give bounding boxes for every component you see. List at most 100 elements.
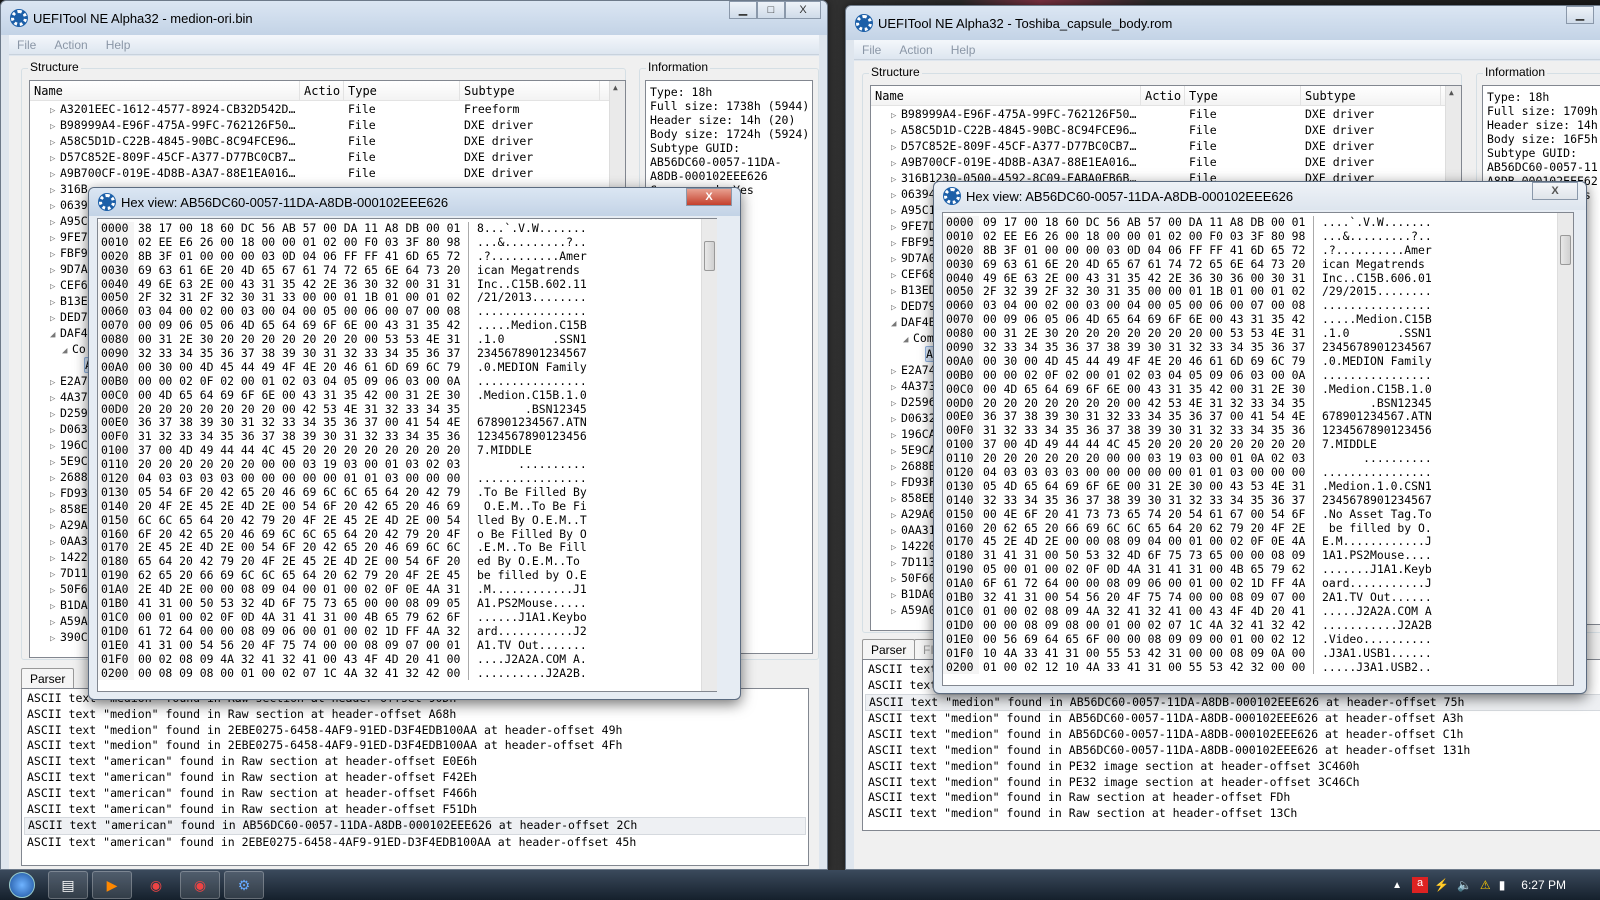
expand-arrow-icon[interactable]: ▷ bbox=[891, 444, 901, 458]
hex-bytes[interactable]: 2E 45 2E 4D 2E 00 54 6F 20 42 65 20 46 6… bbox=[134, 541, 468, 555]
hex-ascii[interactable]: .BSN12345 bbox=[468, 402, 587, 417]
windows-start-icon[interactable] bbox=[0, 870, 44, 900]
tree-row[interactable]: ▷ A9B700CF-019E-4D8B-A3A7-88E1EA016… File D… bbox=[30, 165, 625, 181]
hex-bytes[interactable]: 00 00 02 0F 02 00 01 02 03 04 05 09 06 0… bbox=[979, 368, 1313, 383]
hex-ascii[interactable]: .1.0 .SSN1 bbox=[1313, 326, 1432, 342]
log-line[interactable]: ASCII text "medion" found in Raw section… bbox=[868, 806, 1600, 822]
hex-bytes[interactable]: 41 31 00 50 53 32 4D 6F 75 73 65 00 00 0… bbox=[134, 596, 468, 611]
expand-arrow-icon[interactable]: ▷ bbox=[50, 599, 60, 613]
hex-ascii[interactable]: be filled by O.E bbox=[468, 568, 587, 584]
expand-arrow-icon[interactable]: ▷ bbox=[891, 428, 901, 442]
hex-ascii[interactable]: .....J2A2A.COM A bbox=[1313, 604, 1432, 619]
hex-bytes[interactable]: 41 31 00 54 56 20 4F 75 74 00 00 08 09 0… bbox=[134, 638, 468, 653]
hex-ascii[interactable]: .?..........Amer bbox=[1313, 243, 1432, 258]
hex-bytes[interactable]: 37 00 4D 49 44 44 4C 45 20 20 20 20 20 2… bbox=[134, 443, 468, 458]
left-title-bar[interactable]: UEFITool NE Alpha32 - medion-ori.bin ▁ □… bbox=[1, 1, 827, 35]
maximize-button[interactable]: □ bbox=[757, 1, 785, 19]
hex-bytes[interactable]: 6C 6C 65 64 20 42 79 20 4F 2E 45 2E 4D 2… bbox=[134, 513, 468, 528]
hex-bytes[interactable]: 20 20 20 20 20 20 20 00 42 53 4E 31 32 3… bbox=[134, 402, 468, 417]
expand-arrow-icon[interactable]: ▷ bbox=[50, 455, 60, 469]
hex-bytes[interactable]: 20 20 20 20 20 20 00 00 03 19 03 00 01 0… bbox=[134, 457, 468, 472]
hex-ascii[interactable]: .Medion.C15B.1.0 bbox=[1313, 382, 1432, 397]
hex-ascii[interactable]: ard...........J2 bbox=[468, 624, 587, 639]
hex-ascii[interactable]: ed By O.E.M..To bbox=[468, 554, 587, 570]
hex-bytes[interactable]: 45 2E 4D 2E 00 00 08 09 04 00 01 00 02 0… bbox=[979, 535, 1313, 549]
hex-bytes[interactable]: 31 32 33 34 35 36 37 38 39 30 31 32 33 3… bbox=[979, 423, 1313, 438]
hex-ascii[interactable]: oard...........J bbox=[1313, 576, 1432, 592]
hex-ascii[interactable]: ...........J2A2B bbox=[1313, 618, 1432, 633]
hex-bytes[interactable]: 36 37 38 39 30 31 32 33 34 35 36 37 00 4… bbox=[134, 416, 468, 430]
column-header-name[interactable]: Name bbox=[871, 86, 1141, 105]
hex-ascii[interactable]: 1234567890123456 bbox=[468, 429, 587, 445]
hex-bytes[interactable]: 00 00 08 09 08 00 01 00 02 07 1C 4A 32 4… bbox=[979, 618, 1313, 633]
expand-arrow-icon[interactable]: ▷ bbox=[50, 103, 60, 117]
close-button[interactable]: X bbox=[785, 1, 821, 19]
scrollbar-thumb[interactable] bbox=[1560, 235, 1571, 265]
hex-bytes[interactable]: 00 31 2E 30 20 20 20 20 20 20 20 00 53 5… bbox=[979, 326, 1313, 341]
expand-arrow-icon[interactable]: ▷ bbox=[891, 396, 901, 410]
expand-arrow-icon[interactable]: ▷ bbox=[50, 439, 60, 453]
expand-arrow-icon[interactable]: ▷ bbox=[50, 151, 60, 165]
expand-arrow-icon[interactable]: ▷ bbox=[50, 391, 60, 405]
hex-ascii[interactable]: 678901234567.ATN bbox=[468, 416, 587, 431]
hex-ascii[interactable]: .......... bbox=[1313, 451, 1432, 467]
expand-arrow-icon[interactable]: ▷ bbox=[50, 519, 60, 533]
expand-arrow-icon[interactable]: ▷ bbox=[891, 140, 901, 154]
scroll-up-arrow-icon[interactable]: ▲ bbox=[613, 83, 618, 92]
tree-row[interactable]: ▷ D57C852E-809F-45CF-A377-D77BC0CB7… File D… bbox=[871, 138, 1461, 154]
expand-arrow-icon[interactable]: ▷ bbox=[891, 508, 901, 522]
hex-ascii[interactable]: .J3A1.USB1...... bbox=[1313, 646, 1432, 661]
expand-arrow-icon[interactable]: ▷ bbox=[50, 167, 60, 181]
expand-arrow-icon[interactable]: ▷ bbox=[891, 236, 901, 250]
hex-bytes[interactable]: 03 04 00 02 00 03 00 04 00 05 00 06 00 0… bbox=[979, 298, 1313, 313]
hex-bytes[interactable]: 20 20 20 20 20 20 20 00 42 53 4E 31 32 3… bbox=[979, 396, 1313, 411]
column-header-type[interactable]: Type bbox=[344, 81, 460, 100]
chrome-icon[interactable]: ◉ bbox=[136, 871, 176, 899]
file-explorer-icon[interactable]: ▤ bbox=[48, 871, 88, 899]
tree-row[interactable]: ▷ B98999A4-E96F-475A-99FC-762126F50… File D… bbox=[30, 117, 625, 133]
tree-row[interactable]: ▷ A58C5D1D-C22B-4845-90BC-8C94FCE96… File D… bbox=[30, 133, 625, 149]
hex-ascii[interactable]: o Be Filled By O bbox=[468, 527, 587, 542]
antivirus-icon[interactable]: a bbox=[1412, 877, 1429, 893]
log-line[interactable]: ASCII text "medion" found in PE32 image … bbox=[868, 759, 1600, 775]
expand-arrow-icon[interactable]: ▷ bbox=[50, 471, 60, 485]
hex-bytes[interactable]: 32 33 34 35 36 37 38 39 30 31 32 33 34 3… bbox=[979, 340, 1313, 355]
hex-ascii[interactable]: .No Asset Tag.To bbox=[1313, 507, 1432, 522]
close-button[interactable]: X bbox=[686, 188, 732, 206]
hex-bytes[interactable]: 04 03 03 03 03 00 00 00 00 00 01 01 03 0… bbox=[979, 465, 1313, 480]
hex-ascii[interactable]: 7.MIDDLE bbox=[468, 443, 587, 459]
expand-arrow-icon[interactable]: ▷ bbox=[891, 188, 901, 202]
hex-bytes[interactable]: 02 EE E6 26 00 18 00 00 01 02 00 F0 03 3… bbox=[134, 235, 468, 250]
hex-ascii[interactable]: .E.M..To Be Fill bbox=[468, 541, 587, 556]
hex-content[interactable]: 0000 09 17 00 18 60 DC 56 AB 57 00 DA 11 … bbox=[942, 212, 1574, 686]
hex-bytes[interactable]: 31 41 31 00 50 53 32 4D 6F 75 73 65 00 0… bbox=[979, 548, 1313, 563]
clock[interactable]: 6:27 PM bbox=[1521, 878, 1566, 892]
hex-bytes[interactable]: 69 63 61 6E 20 4D 65 67 61 74 72 65 6E 6… bbox=[979, 257, 1313, 272]
hex-bytes[interactable]: 00 01 00 02 0F 0D 4A 31 41 31 00 4B 65 7… bbox=[134, 610, 468, 625]
log-line[interactable]: ASCII text "american" found in Raw secti… bbox=[27, 786, 803, 802]
minimize-button[interactable]: ▁ bbox=[1566, 6, 1594, 24]
expand-arrow-icon[interactable]: ▷ bbox=[891, 172, 901, 186]
right-title-bar[interactable]: UEFITool NE Alpha32 - Toshiba_capsule_bo… bbox=[846, 6, 1600, 40]
hex-bytes[interactable]: 01 00 02 12 10 4A 33 41 31 00 55 53 42 3… bbox=[979, 660, 1313, 675]
column-header-name[interactable]: Name bbox=[30, 81, 300, 100]
hex-ascii[interactable]: .0.MEDION Family bbox=[1313, 354, 1432, 369]
hex-bytes[interactable]: 38 17 00 18 60 DC 56 AB 57 00 DA 11 A8 D… bbox=[134, 221, 468, 236]
hex-ascii[interactable]: .Medion.C15B.1.0 bbox=[468, 388, 587, 403]
log-line[interactable]: ASCII text "medion" found in 2EBE0275-64… bbox=[27, 738, 803, 754]
hex-ascii[interactable]: .BSN12345 bbox=[1313, 396, 1432, 411]
column-header-type[interactable]: Type bbox=[1185, 86, 1301, 105]
hex-bytes[interactable]: 31 32 33 34 35 36 37 38 39 30 31 32 33 3… bbox=[134, 429, 468, 444]
hex-ascii[interactable]: Inc..C15B.606.01 bbox=[1313, 271, 1432, 286]
expand-arrow-icon[interactable]: ▷ bbox=[50, 567, 60, 581]
hex-bytes[interactable]: 32 33 34 35 36 37 38 39 30 31 32 33 34 3… bbox=[134, 346, 468, 361]
hex-bytes[interactable]: 2E 4D 2E 00 00 08 09 04 00 01 00 02 0F 0… bbox=[134, 582, 468, 597]
hex-ascii[interactable]: /21/2013........ bbox=[468, 291, 587, 306]
hex-ascii[interactable]: /29/2015........ bbox=[1313, 285, 1432, 300]
hex-ascii[interactable]: be filled by O. bbox=[1313, 521, 1432, 536]
hex-bytes[interactable]: 8B 3F 01 00 00 00 03 0D 04 06 FF FF 41 6… bbox=[134, 249, 468, 264]
hex-bytes[interactable]: 2F 32 39 2F 32 30 31 35 00 00 01 1B 01 0… bbox=[979, 285, 1313, 299]
expand-arrow-icon[interactable]: ▷ bbox=[891, 156, 901, 170]
hex-bytes[interactable]: 05 54 6F 20 42 65 20 46 69 6C 6C 65 64 2… bbox=[134, 485, 468, 500]
hex-ascii[interactable]: ...&.........?.. bbox=[1313, 229, 1432, 244]
